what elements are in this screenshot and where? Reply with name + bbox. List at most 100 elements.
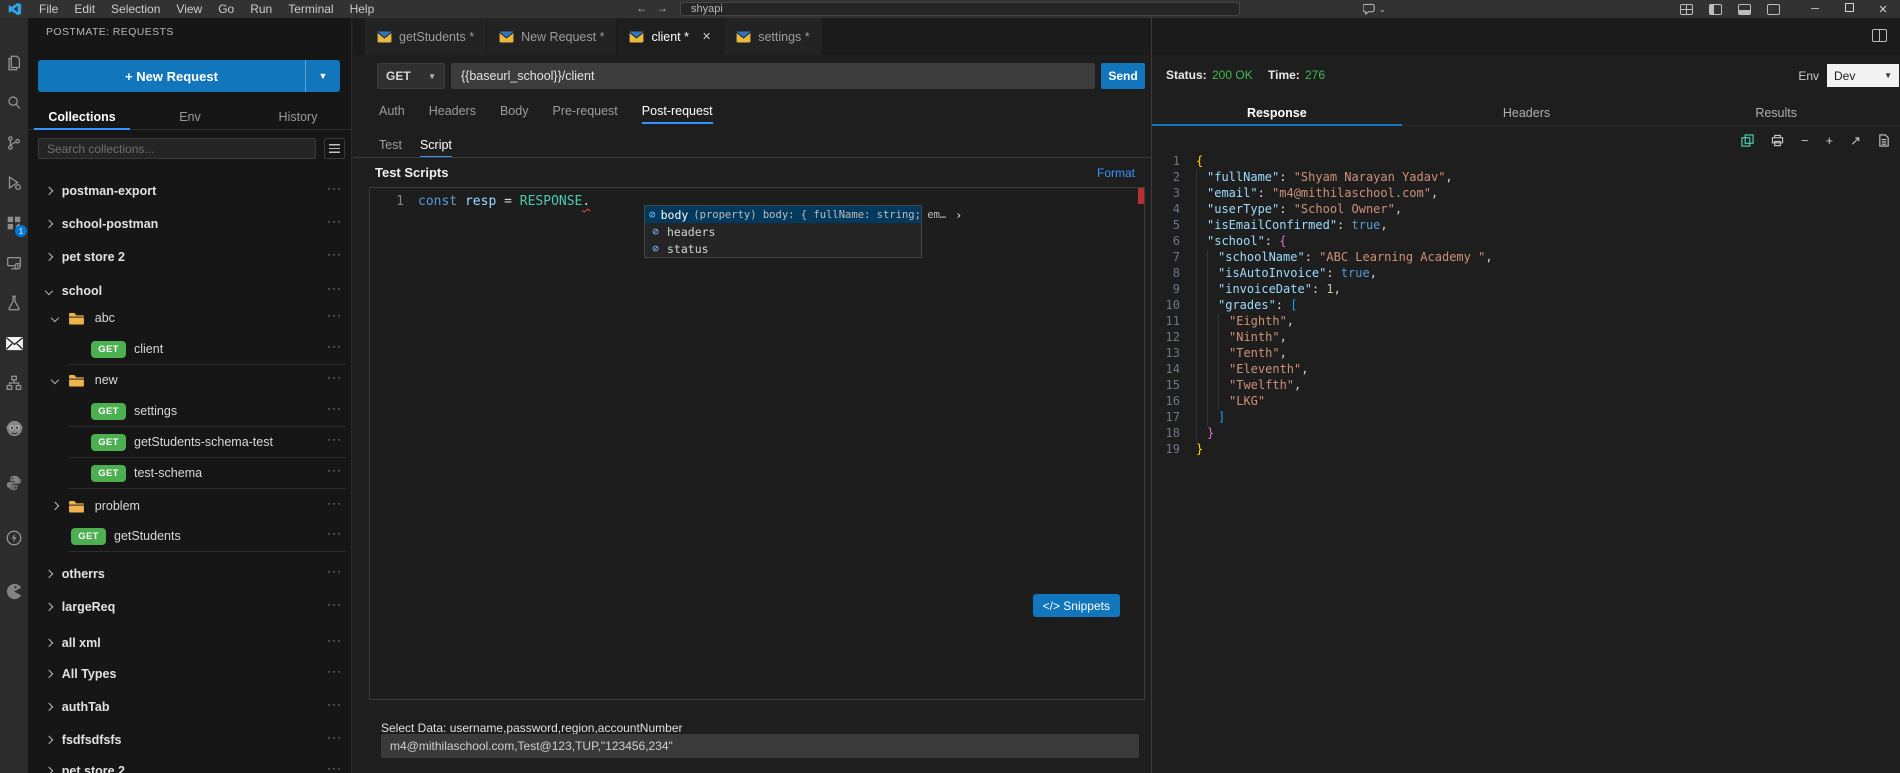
tab-headers[interactable]: Headers <box>429 104 476 124</box>
response-json-viewer[interactable]: 1{2 "fullName": "Shyam Narayan Yadav", 3 "e… <box>1152 154 1900 773</box>
menu-edit[interactable]: Edit <box>66 0 103 18</box>
response-tab-response[interactable]: Response <box>1152 100 1402 126</box>
row-actions-icon[interactable]: ··· <box>327 463 342 477</box>
tab-script[interactable]: Script <box>419 138 452 158</box>
monkey-icon[interactable] <box>0 413 28 443</box>
tab-post-request[interactable]: Post-request <box>641 104 713 124</box>
tab-test[interactable]: Test <box>379 138 402 158</box>
org-chart-icon[interactable] <box>0 368 28 398</box>
folder-new[interactable]: new ··· <box>28 367 351 393</box>
close-icon[interactable]: ✕ <box>702 30 711 43</box>
new-request-dropdown-icon[interactable]: ▼ <box>306 60 340 92</box>
sidebar-tab-collections[interactable]: Collections <box>28 104 136 130</box>
print-icon[interactable] <box>1771 134 1784 147</box>
menu-file[interactable]: File <box>31 0 66 18</box>
explorer-icon[interactable] <box>0 48 28 78</box>
row-actions-icon[interactable]: ··· <box>327 214 342 228</box>
source-control-icon[interactable] <box>0 128 28 158</box>
editor-tab-settings[interactable]: settings * <box>724 18 823 55</box>
row-actions-icon[interactable]: ··· <box>327 697 342 711</box>
row-actions-icon[interactable]: ··· <box>327 564 342 578</box>
editor-tab-newrequest[interactable]: New Request * <box>487 18 618 55</box>
menu-selection[interactable]: Selection <box>103 0 168 18</box>
row-actions-icon[interactable]: ··· <box>327 432 342 446</box>
toggle-sidebar-icon[interactable] <box>1709 3 1722 15</box>
row-actions-icon[interactable]: ··· <box>327 526 342 540</box>
select-data-input[interactable] <box>381 734 1139 758</box>
method-dropdown[interactable]: GET ▼ <box>377 63 445 89</box>
row-actions-icon[interactable]: ··· <box>327 730 342 744</box>
url-input[interactable] <box>451 63 1095 89</box>
remote-explorer-icon[interactable] <box>0 248 28 278</box>
row-actions-icon[interactable]: ··· <box>327 308 342 322</box>
request-getstudents[interactable]: GET getStudents ··· <box>28 523 351 552</box>
folder-problem[interactable]: problem ··· <box>28 493 351 519</box>
menu-terminal[interactable]: Terminal <box>280 0 341 18</box>
extensions-icon[interactable]: 1 <box>0 208 28 238</box>
row-actions-icon[interactable]: ··· <box>327 496 342 510</box>
document-icon[interactable] <box>1878 133 1890 147</box>
window-minimize-button[interactable]: ─ <box>1798 3 1832 15</box>
editor-tab-client[interactable]: client * ✕ <box>617 18 725 55</box>
row-actions-icon[interactable]: ··· <box>327 370 342 384</box>
collection-pet-store-2[interactable]: pet store 2 ··· <box>28 758 351 773</box>
collection-school-postman[interactable]: school-postman ··· <box>28 211 351 237</box>
toggle-secondary-sidebar-icon[interactable] <box>1767 3 1780 15</box>
nav-forward-icon[interactable]: → <box>653 1 671 15</box>
nav-back-icon[interactable]: ← <box>633 1 651 15</box>
env-select[interactable]: Dev ▼ <box>1827 64 1899 87</box>
chevron-right-icon[interactable]: › <box>955 208 962 222</box>
collection-otherrs[interactable]: otherrs ··· <box>28 561 351 587</box>
new-request-button[interactable]: + New Request ▼ <box>38 60 340 92</box>
script-code-editor[interactable]: 1 const resp = RESPONSE. </> Snippets <box>369 187 1145 700</box>
tab-auth[interactable]: Auth <box>379 104 405 124</box>
sidebar-tab-history[interactable]: History <box>244 104 351 129</box>
sidebar-tab-env[interactable]: Env <box>136 104 244 129</box>
autocomplete-item-body[interactable]: ⊘ body (property) body: { fullName: string… <box>645 206 962 223</box>
menu-view[interactable]: View <box>168 0 210 18</box>
open-external-icon[interactable]: ↗ <box>1850 134 1861 147</box>
request-client[interactable]: GET client ··· <box>28 336 351 365</box>
row-actions-icon[interactable]: ··· <box>327 181 342 195</box>
request-settings[interactable]: GET settings ··· <box>28 398 351 427</box>
autocomplete-item-status[interactable]: ⊘ status <box>645 240 921 257</box>
python-icon[interactable] <box>0 468 28 498</box>
split-editor-icon[interactable] <box>1872 29 1887 42</box>
copy-icon[interactable] <box>1741 133 1754 147</box>
request-getstudents-schema-test[interactable]: GET getStudents-schema-test ··· <box>28 429 351 458</box>
row-actions-icon[interactable]: ··· <box>327 339 342 353</box>
window-close-button[interactable]: ✕ <box>1866 3 1900 16</box>
snippets-button[interactable]: </> Snippets <box>1032 594 1120 617</box>
collection-pet-store-2[interactable]: pet store 2 ··· <box>28 244 351 270</box>
expand-plus-icon[interactable]: + <box>1826 134 1834 147</box>
row-actions-icon[interactable]: ··· <box>327 633 342 647</box>
collection-all-types[interactable]: All Types ··· <box>28 661 351 687</box>
collections-menu-button[interactable] <box>324 138 345 159</box>
collection-school[interactable]: school ··· <box>28 278 351 304</box>
customize-layout-icon[interactable] <box>1680 3 1693 15</box>
testing-icon[interactable] <box>0 288 28 318</box>
thunder-client-icon[interactable] <box>0 523 28 553</box>
collection-postman-export[interactable]: postman-export ··· <box>28 178 351 204</box>
response-tab-results[interactable]: Results <box>1651 100 1900 125</box>
collection-all-xml[interactable]: all xml ··· <box>28 630 351 656</box>
menu-go[interactable]: Go <box>210 0 242 18</box>
row-actions-icon[interactable]: ··· <box>327 761 342 773</box>
pacman-icon[interactable] <box>0 576 28 606</box>
row-actions-icon[interactable]: ··· <box>327 247 342 261</box>
collection-authtab[interactable]: authTab ··· <box>28 694 351 720</box>
toggle-panel-icon[interactable] <box>1738 3 1751 15</box>
request-test-schema[interactable]: GET test-schema ··· <box>28 460 351 489</box>
postmate-mail-icon[interactable] <box>0 328 28 358</box>
copilot-dropdown-icon[interactable]: ⌄ <box>1379 5 1386 14</box>
row-actions-icon[interactable]: ··· <box>327 281 342 295</box>
search-collections-input[interactable] <box>38 138 316 159</box>
command-center-search[interactable]: shyapi <box>680 2 1240 16</box>
menu-help[interactable]: Help <box>342 0 383 18</box>
tab-pre-request[interactable]: Pre-request <box>552 104 617 124</box>
tab-body[interactable]: Body <box>500 104 529 124</box>
collection-fsdfsdfsfs[interactable]: fsdfsdfsfs ··· <box>28 727 351 753</box>
menu-run[interactable]: Run <box>242 0 280 18</box>
format-link[interactable]: Format <box>1097 166 1135 180</box>
row-actions-icon[interactable]: ··· <box>327 597 342 611</box>
